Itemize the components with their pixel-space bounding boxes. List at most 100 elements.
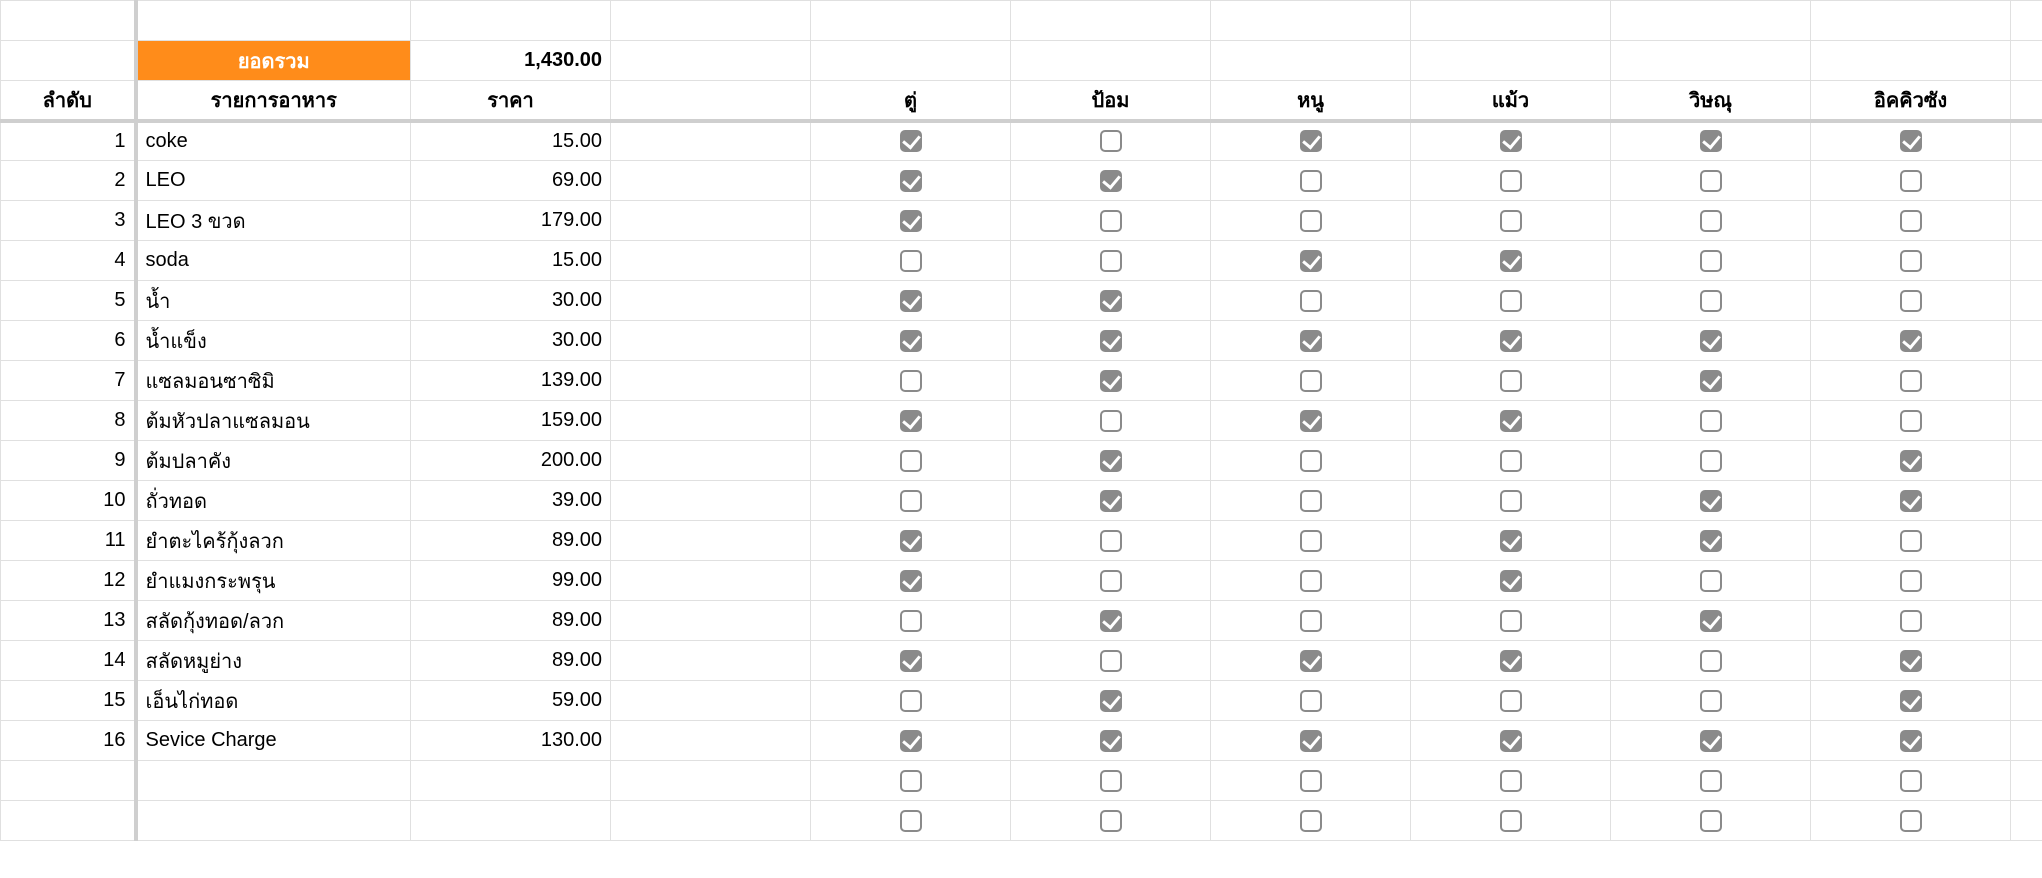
- checkbox[interactable]: [1700, 770, 1722, 792]
- cell[interactable]: [2011, 1, 2042, 41]
- seq-cell[interactable]: 15: [1, 681, 136, 721]
- checkbox[interactable]: [1500, 450, 1522, 472]
- cell[interactable]: [2011, 441, 2042, 481]
- cell[interactable]: [611, 721, 811, 761]
- cell[interactable]: [1811, 1, 2011, 41]
- cell[interactable]: [136, 801, 411, 841]
- check-cell[interactable]: [1611, 481, 1811, 521]
- item-cell[interactable]: น้ำ: [136, 281, 411, 321]
- cell[interactable]: [611, 201, 811, 241]
- checkbox[interactable]: [1700, 210, 1722, 232]
- cell[interactable]: [2011, 521, 2042, 561]
- cell[interactable]: [1411, 41, 1611, 81]
- checkbox[interactable]: [1100, 370, 1122, 392]
- cell[interactable]: [2011, 801, 2042, 841]
- check-cell[interactable]: [1811, 641, 2011, 681]
- item-cell[interactable]: แซลมอนซาซิมิ: [136, 361, 411, 401]
- checkbox[interactable]: [1100, 650, 1122, 672]
- check-cell[interactable]: [1411, 641, 1611, 681]
- checkbox[interactable]: [1900, 170, 1922, 192]
- checkbox[interactable]: [1700, 650, 1722, 672]
- checkbox[interactable]: [1700, 730, 1722, 752]
- cell[interactable]: [2011, 681, 2042, 721]
- check-cell[interactable]: [1811, 321, 2011, 361]
- cell[interactable]: [411, 1, 611, 41]
- item-cell[interactable]: ยำแมงกระพรุน: [136, 561, 411, 601]
- checkbox[interactable]: [1500, 370, 1522, 392]
- checkbox[interactable]: [900, 730, 922, 752]
- item-cell[interactable]: soda: [136, 241, 411, 281]
- checkbox[interactable]: [900, 490, 922, 512]
- check-cell[interactable]: [1611, 401, 1811, 441]
- checkbox[interactable]: [1100, 170, 1122, 192]
- checkbox[interactable]: [1100, 450, 1122, 472]
- price-cell[interactable]: 89.00: [411, 601, 611, 641]
- cell[interactable]: [2011, 321, 2042, 361]
- checkbox[interactable]: [1900, 810, 1922, 832]
- check-cell[interactable]: [1611, 721, 1811, 761]
- check-cell[interactable]: [1011, 801, 1211, 841]
- check-cell[interactable]: [811, 321, 1011, 361]
- cell[interactable]: [2011, 81, 2042, 121]
- check-cell[interactable]: [1611, 801, 1811, 841]
- cell[interactable]: [411, 801, 611, 841]
- check-cell[interactable]: [1611, 121, 1811, 161]
- checkbox[interactable]: [1300, 410, 1322, 432]
- cell[interactable]: [2011, 721, 2042, 761]
- check-cell[interactable]: [1411, 521, 1611, 561]
- check-cell[interactable]: [811, 641, 1011, 681]
- cell[interactable]: [611, 241, 811, 281]
- check-cell[interactable]: [1611, 561, 1811, 601]
- checkbox[interactable]: [900, 210, 922, 232]
- checkbox[interactable]: [1700, 250, 1722, 272]
- price-cell[interactable]: 30.00: [411, 321, 611, 361]
- checkbox[interactable]: [1300, 570, 1322, 592]
- seq-cell[interactable]: 7: [1, 361, 136, 401]
- checkbox[interactable]: [1500, 770, 1522, 792]
- checkbox[interactable]: [1500, 610, 1522, 632]
- checkbox[interactable]: [1500, 810, 1522, 832]
- checkbox[interactable]: [900, 690, 922, 712]
- cell[interactable]: [1011, 41, 1211, 81]
- checkbox[interactable]: [1500, 690, 1522, 712]
- check-cell[interactable]: [1811, 361, 2011, 401]
- check-cell[interactable]: [1611, 441, 1811, 481]
- price-cell[interactable]: 99.00: [411, 561, 611, 601]
- cell[interactable]: [1611, 1, 1811, 41]
- checkbox[interactable]: [1500, 250, 1522, 272]
- seq-cell[interactable]: 14: [1, 641, 136, 681]
- checkbox[interactable]: [1900, 250, 1922, 272]
- checkbox[interactable]: [900, 130, 922, 152]
- checkbox[interactable]: [900, 770, 922, 792]
- checkbox[interactable]: [1100, 770, 1122, 792]
- checkbox[interactable]: [900, 250, 922, 272]
- cell[interactable]: [2011, 401, 2042, 441]
- check-cell[interactable]: [1411, 321, 1611, 361]
- checkbox[interactable]: [1500, 410, 1522, 432]
- cell[interactable]: [611, 641, 811, 681]
- cell[interactable]: [611, 281, 811, 321]
- price-cell[interactable]: 179.00: [411, 201, 611, 241]
- checkbox[interactable]: [1900, 210, 1922, 232]
- check-cell[interactable]: [1211, 321, 1411, 361]
- cell[interactable]: [611, 481, 811, 521]
- cell[interactable]: [1811, 41, 2011, 81]
- check-cell[interactable]: [1411, 161, 1611, 201]
- checkbox[interactable]: [1500, 290, 1522, 312]
- checkbox[interactable]: [1700, 450, 1722, 472]
- check-cell[interactable]: [1211, 561, 1411, 601]
- price-cell[interactable]: 89.00: [411, 521, 611, 561]
- item-cell[interactable]: สลัดหมูย่าง: [136, 641, 411, 681]
- check-cell[interactable]: [811, 201, 1011, 241]
- seq-cell[interactable]: 12: [1, 561, 136, 601]
- checkbox[interactable]: [900, 450, 922, 472]
- checkbox[interactable]: [1300, 210, 1322, 232]
- checkbox[interactable]: [1700, 570, 1722, 592]
- checkbox[interactable]: [900, 530, 922, 552]
- checkbox[interactable]: [1700, 410, 1722, 432]
- check-cell[interactable]: [1211, 761, 1411, 801]
- cell[interactable]: [611, 41, 811, 81]
- cell[interactable]: [136, 761, 411, 801]
- spreadsheet-table[interactable]: ยอดรวม1,430.00ลำดับรายการอาหารราคาตู่ป้อ…: [0, 0, 2042, 841]
- price-cell[interactable]: 39.00: [411, 481, 611, 521]
